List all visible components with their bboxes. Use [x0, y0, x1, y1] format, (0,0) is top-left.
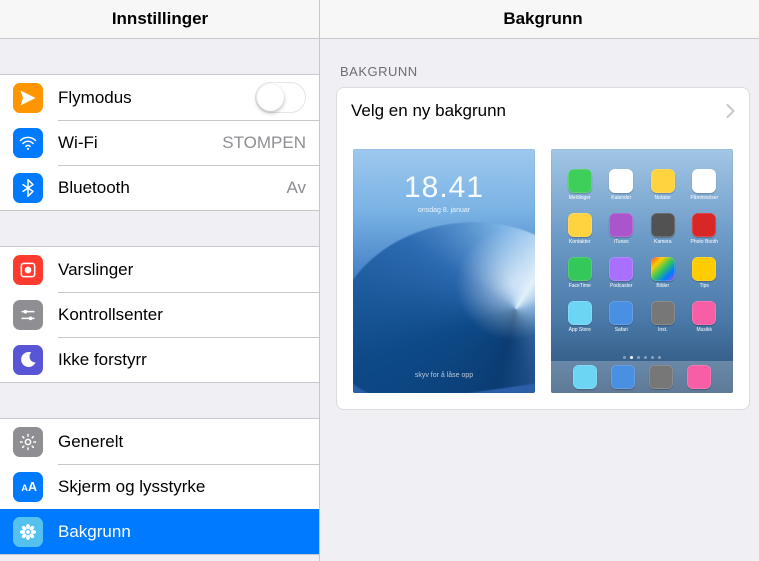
moon-icon: [13, 345, 43, 375]
sidebar-item-label: Kontrollsenter: [58, 305, 306, 325]
text-size-icon: AA: [13, 472, 43, 502]
dock-app-icon: [573, 365, 597, 389]
wallpaper-card: Velg en ny bakgrunn 18.41 onsdag 8. janu…: [336, 87, 750, 410]
home-app-icon: Podcaster: [607, 257, 637, 289]
section-label: BAKGRUNN: [336, 39, 750, 87]
sidebar-item-display[interactable]: AA Skjerm og lysstyrke: [0, 464, 319, 509]
wifi-icon: [13, 128, 43, 158]
settings-app: Innstillinger Flymodus Wi-Fi STOMPEN Blueto…: [0, 0, 759, 561]
dock-app-icon: [649, 365, 673, 389]
home-app-icon: Kontakter: [565, 213, 595, 245]
notification-icon: [13, 255, 43, 285]
sidebar-item-label: Bakgrunn: [58, 522, 306, 542]
home-screen-preview[interactable]: Meldinger Kalender Notater Påminnelser Konta…: [551, 149, 733, 393]
home-app-icon: Safari: [607, 301, 637, 333]
sidebar-item-label: Skjerm og lysstyrke: [58, 477, 306, 497]
airplane-toggle[interactable]: [255, 82, 306, 113]
home-app-icon: Meldinger: [565, 169, 595, 201]
sidebar-item-controlcenter[interactable]: Kontrollsenter: [0, 292, 319, 337]
wave-graphic: [353, 206, 535, 393]
choose-wallpaper-label: Velg en ny bakgrunn: [351, 101, 726, 121]
lock-clock: 18.41: [353, 171, 535, 205]
lock-unlock-hint: skyv for å låse opp: [353, 372, 535, 379]
chevron-right-icon: [726, 104, 735, 118]
spacer: [0, 211, 319, 246]
spacer: [0, 39, 319, 74]
sidebar-item-general[interactable]: Generelt: [0, 419, 319, 464]
sidebar-item-label: Wi-Fi: [58, 133, 216, 153]
sidebar-item-value: STOMPEN: [222, 133, 306, 153]
content-body: BAKGRUNN Velg en ny bakgrunn 18.41 onsda…: [320, 39, 759, 561]
lock-screen-preview[interactable]: 18.41 onsdag 8. januar skyv for å låse o…: [353, 149, 535, 393]
sidebar-item-dnd[interactable]: Ikke forstyrr: [0, 337, 319, 382]
wallpaper-previews: 18.41 onsdag 8. januar skyv for å låse o…: [337, 133, 749, 409]
controls-icon: [13, 300, 43, 330]
sidebar-item-value: Av: [286, 178, 306, 198]
sidebar-item-label: Flymodus: [58, 88, 255, 108]
home-app-icon: FaceTime: [565, 257, 595, 289]
home-app-icon: Inst.: [648, 301, 678, 333]
home-app-icon: Kamera: [648, 213, 678, 245]
settings-group: Flymodus Wi-Fi STOMPEN Bluetooth Av: [0, 74, 319, 211]
sidebar-item-airplane[interactable]: Flymodus: [0, 75, 319, 120]
toggle-knob: [257, 84, 284, 111]
dock: [551, 361, 733, 393]
sidebar-item-label: Ikke forstyrr: [58, 350, 306, 370]
sidebar-item-wallpaper[interactable]: Bakgrunn: [0, 509, 319, 554]
content-title: Bakgrunn: [320, 0, 759, 39]
home-app-icon: Kalender: [607, 169, 637, 201]
airplane-icon: [13, 83, 43, 113]
home-app-icon: iTunes: [607, 213, 637, 245]
lock-date: onsdag 8. januar: [353, 207, 535, 214]
sidebar-item-label: Bluetooth: [58, 178, 280, 198]
content-pane: Bakgrunn BAKGRUNN Velg en ny bakgrunn 18…: [320, 0, 759, 561]
home-app-icon: Bilder: [648, 257, 678, 289]
app-grid: Meldinger Kalender Notater Påminnelser Konta…: [551, 157, 733, 333]
svg-text:A: A: [28, 480, 37, 494]
bluetooth-icon: [13, 173, 43, 203]
home-app-icon: Notater: [648, 169, 678, 201]
settings-group: Varslinger Kontrollsenter Ikke forstyrr: [0, 246, 319, 383]
home-app-icon: Photo Booth: [690, 213, 720, 245]
status-bar: [551, 149, 733, 157]
page-dots: [551, 356, 733, 359]
spacer: [0, 383, 319, 418]
settings-sidebar: Innstillinger Flymodus Wi-Fi STOMPEN Blueto…: [0, 0, 320, 561]
sidebar-item-wifi[interactable]: Wi-Fi STOMPEN: [0, 120, 319, 165]
home-app-icon: Påminnelser: [690, 169, 720, 201]
dock-app-icon: [611, 365, 635, 389]
flower-icon: [13, 517, 43, 547]
gear-icon: [13, 427, 43, 457]
settings-group: Generelt AA Skjerm og lysstyrke Bakgrunn: [0, 418, 319, 555]
choose-wallpaper-row[interactable]: Velg en ny bakgrunn: [337, 88, 749, 133]
home-app-icon: App Store: [565, 301, 595, 333]
sidebar-item-notifications[interactable]: Varslinger: [0, 247, 319, 292]
sidebar-item-label: Varslinger: [58, 260, 306, 280]
sidebar-item-bluetooth[interactable]: Bluetooth Av: [0, 165, 319, 210]
home-app-icon: Tips: [690, 257, 720, 289]
home-app-icon: Musikk: [690, 301, 720, 333]
dock-app-icon: [687, 365, 711, 389]
sidebar-item-label: Generelt: [58, 432, 306, 452]
sidebar-title: Innstillinger: [0, 0, 320, 39]
